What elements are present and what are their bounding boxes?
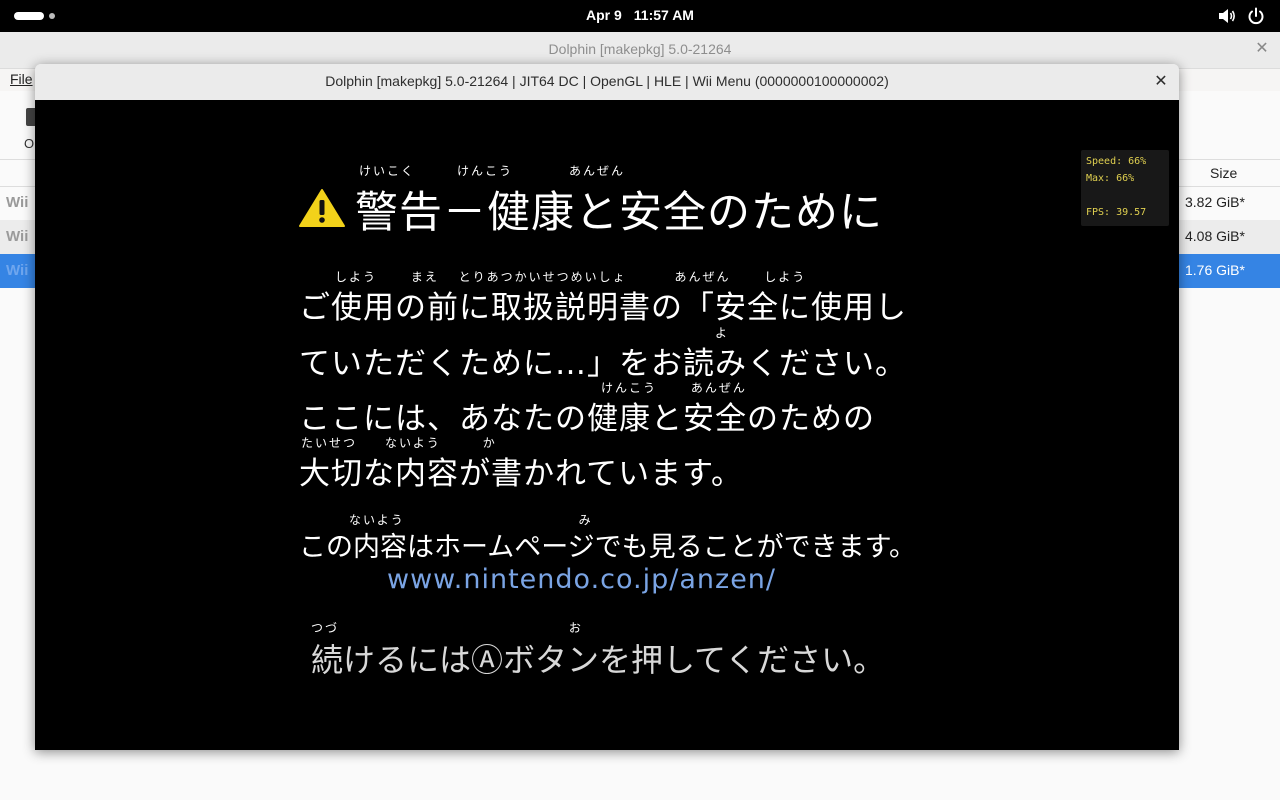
volume-icon[interactable]	[1218, 8, 1236, 24]
render-close-icon[interactable]: ✕	[1153, 73, 1169, 89]
body-line-4: 大切な内容が書かれています。	[299, 456, 743, 492]
warning-icon	[299, 189, 345, 227]
game-size: 1.76 GiB*	[1185, 262, 1245, 278]
body-line-5: この内容はホームページでも見ることができます。	[299, 532, 916, 563]
performance-overlay: Speed: 66% Max: 66% FPS: 39.57	[1081, 150, 1169, 226]
body-line-2: ていただくために…」をお読みください。	[299, 346, 907, 382]
power-icon[interactable]	[1247, 7, 1265, 25]
platform-label: Wii	[6, 262, 29, 279]
clock-date: Apr 9	[586, 7, 622, 23]
render-window-title: Dolphin [makepkg] 5.0-21264 | JIT64 DC |…	[325, 73, 889, 89]
toolbar-open-label[interactable]: O	[24, 136, 34, 151]
top-bar: Apr 9 11:57 AM	[0, 0, 1280, 32]
platform-label: Wii	[6, 228, 29, 245]
heading-furigana: けいこく けんこう あんぜん	[359, 164, 626, 178]
warning-heading: 警告－健康と安全のために	[355, 188, 883, 238]
continue-prompt: 続けるにはⒶボタンを押してください。	[311, 641, 886, 679]
clock-time: 11:57 AM	[633, 7, 694, 23]
safety-url: www.nintendo.co.jp/anzen/	[387, 564, 777, 595]
column-size[interactable]: Size	[1210, 165, 1237, 181]
main-window-title: Dolphin [makepkg] 5.0-21264	[548, 41, 732, 57]
game-size: 4.08 GiB*	[1185, 228, 1245, 244]
render-window: Dolphin [makepkg] 5.0-21264 | JIT64 DC |…	[35, 64, 1179, 750]
line6-furigana: つづ お	[311, 621, 583, 635]
max-speed-readout: Max: 66%	[1086, 173, 1135, 184]
render-titlebar[interactable]: Dolphin [makepkg] 5.0-21264 | JIT64 DC |…	[35, 64, 1179, 101]
fps-readout: FPS: 39.57	[1086, 207, 1147, 218]
game-size: 3.82 GiB*	[1185, 194, 1245, 210]
menu-file[interactable]: File	[10, 71, 33, 87]
clock[interactable]: Apr 9 11:57 AM	[0, 7, 1280, 23]
platform-label: Wii	[6, 194, 29, 211]
main-close-icon[interactable]: ✕	[1254, 40, 1270, 56]
speed-readout: Speed: 66%	[1086, 156, 1147, 167]
body-line-3: ここには、あなたの健康と安全のための	[299, 401, 875, 437]
body-line-1: ご使用の前に取扱説明書の「安全に使用し	[299, 290, 907, 326]
game-screen[interactable]: Speed: 66% Max: 66% FPS: 39.57 けいこく けんこう…	[35, 100, 1179, 750]
